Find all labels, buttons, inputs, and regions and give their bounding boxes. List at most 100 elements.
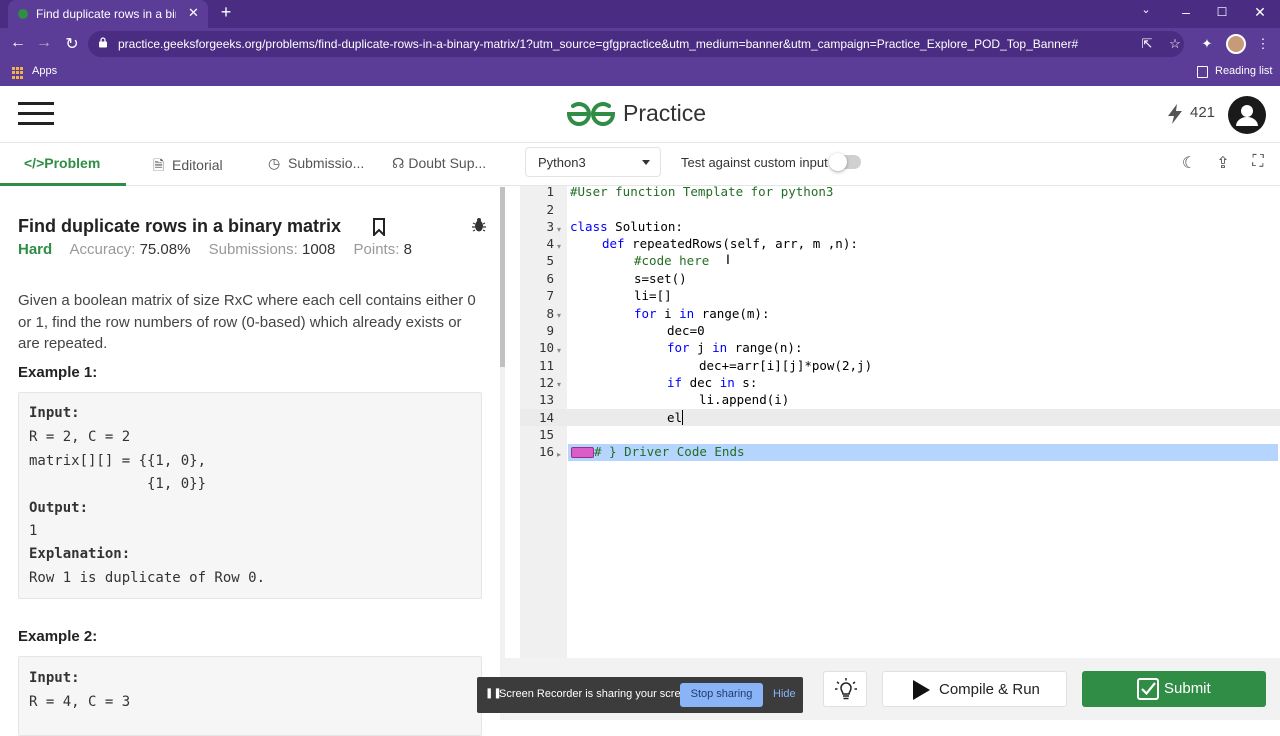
- check-square-icon: [1137, 678, 1159, 700]
- apps-grid-icon: [12, 67, 24, 79]
- example-1-heading: Example 1:: [18, 364, 98, 381]
- gfg-favicon-icon: [18, 9, 28, 19]
- back-arrow-icon[interactable]: ←: [8, 34, 28, 52]
- url-field[interactable]: practice.geeksforgeeks.org/problems/find…: [88, 31, 1184, 57]
- line-number: 16: [538, 444, 554, 459]
- stop-sharing-button[interactable]: Stop sharing: [680, 683, 763, 707]
- extensions-puzzle-icon[interactable]: ✦: [1198, 36, 1216, 52]
- line-number: 12: [538, 375, 554, 390]
- practice-logo-text: Practice: [623, 100, 707, 126]
- fold-arrow-icon[interactable]: ▾: [557, 225, 561, 234]
- line-number: 3: [546, 219, 554, 234]
- example-2-box: Input: R = 4, C = 3: [18, 656, 482, 736]
- custom-input-toggle[interactable]: [829, 153, 861, 171]
- chrome-menu-icon[interactable]: ⋮: [1254, 36, 1272, 52]
- problem-scrollbar-thumb[interactable]: [500, 187, 505, 367]
- code-line-4: def repeatedRows(self, arr, m ,n):: [602, 236, 858, 251]
- points-value: 8: [403, 241, 412, 258]
- compile-run-button[interactable]: Compile & Run: [882, 671, 1067, 707]
- code-text: repeatedRows(self, arr, m ,n):: [624, 236, 858, 251]
- document-icon: 🗎: [153, 157, 165, 173]
- code-keyword: for: [634, 306, 657, 321]
- lightbulb-icon: [835, 678, 857, 700]
- fold-arrow-icon[interactable]: ▾: [557, 346, 561, 355]
- close-window-button[interactable]: ✕: [1250, 4, 1270, 21]
- folded-code-marker[interactable]: [571, 447, 594, 458]
- code-text: dec: [682, 375, 720, 390]
- tab-problem-label: Problem: [44, 155, 101, 171]
- upload-icon[interactable]: ⇪: [1214, 153, 1232, 172]
- dark-mode-moon-icon[interactable]: ☾: [1180, 153, 1198, 172]
- code-keyword: in: [712, 340, 728, 355]
- code-line-11: dec+=arr[i][j]*pow(2,j): [699, 358, 873, 373]
- chrome-profile-avatar[interactable]: [1226, 34, 1246, 54]
- language-value: Python3: [538, 155, 586, 170]
- custom-input-label: Test against custom input: [681, 155, 828, 170]
- hint-button[interactable]: [823, 671, 867, 707]
- new-tab-button[interactable]: +: [216, 2, 236, 23]
- tab-submissions[interactable]: ◷ Submissio...: [268, 155, 364, 172]
- play-icon: [913, 680, 930, 700]
- recorder-message: Screen Recorder is sharing your screen.: [499, 688, 696, 700]
- points-label: Points:: [353, 241, 400, 258]
- report-bug-icon[interactable]: [472, 217, 486, 233]
- example-1-line-3: {1, 0}}: [29, 476, 207, 492]
- example-1-line-1: R = 2, C = 2: [29, 429, 131, 445]
- tab-doubt-support[interactable]: ☊ Doubt Sup...: [392, 155, 486, 172]
- example-1-explanation-label: Explanation:: [29, 546, 131, 562]
- code-line-12: if dec in s:: [667, 375, 757, 390]
- reading-list-button[interactable]: Reading list: [1215, 65, 1272, 77]
- mouse-ibeam-cursor-icon: I: [726, 251, 730, 267]
- code-keyword: in: [719, 375, 735, 390]
- line-number: 1: [546, 184, 554, 199]
- tab-problem[interactable]: </>Problem: [24, 155, 100, 171]
- reload-icon[interactable]: ↻: [62, 34, 82, 54]
- code-text: s:: [734, 375, 758, 390]
- code-line-13: li.append(i): [699, 392, 790, 407]
- tab-search-chevron-icon[interactable]: ⌄: [1136, 3, 1156, 16]
- fullscreen-icon[interactable]: ⛶: [1249, 153, 1267, 171]
- language-select[interactable]: Python3: [525, 147, 661, 177]
- text-cursor: ​: [682, 410, 684, 425]
- compile-run-label: Compile & Run: [939, 681, 1040, 698]
- submit-button[interactable]: Submit: [1082, 671, 1266, 707]
- chevron-down-icon: [642, 160, 650, 165]
- browser-tab[interactable]: Find duplicate rows in a binary m ✕: [8, 0, 208, 28]
- hamburger-menu-icon[interactable]: [18, 102, 54, 126]
- fold-arrow-icon[interactable]: ▸: [557, 450, 561, 459]
- fold-arrow-icon[interactable]: ▾: [557, 242, 561, 251]
- fold-arrow-icon[interactable]: ▾: [557, 311, 561, 320]
- problem-title: Find duplicate rows in a binary matrix: [18, 216, 342, 236]
- screen-recorder-banner: ❚❚ Screen Recorder is sharing your scree…: [477, 677, 803, 713]
- fold-arrow-icon[interactable]: ▾: [557, 380, 561, 389]
- code-keyword: for: [667, 340, 690, 355]
- close-tab-icon[interactable]: ✕: [188, 5, 199, 21]
- apps-bookmark[interactable]: Apps: [32, 65, 57, 77]
- tab-doubt-support-label: Doubt Sup...: [408, 155, 487, 171]
- maximize-button[interactable]: ☐: [1212, 5, 1232, 19]
- line-number: 7: [546, 288, 554, 303]
- user-avatar[interactable]: [1228, 96, 1266, 134]
- gfg-logo-icon[interactable]: [565, 100, 617, 128]
- line-number: 5: [546, 253, 554, 268]
- code-text: range(m):: [694, 306, 770, 321]
- accuracy-label: Accuracy:: [69, 241, 136, 258]
- code-line-10: for j in range(n):: [667, 340, 802, 355]
- problem-description: Given a boolean matrix of size RxC where…: [18, 292, 476, 352]
- code-line-3: class Solution:: [570, 219, 683, 234]
- line-number: 13: [538, 392, 554, 407]
- minimize-button[interactable]: –: [1176, 4, 1196, 20]
- line-number: 9: [546, 323, 554, 338]
- example-1-box: Input: R = 2, C = 2 matrix[][] = {{1, 0}…: [18, 392, 482, 599]
- user-silhouette-icon: [1236, 105, 1258, 126]
- tab-editorial[interactable]: 🗎 Editorial: [153, 155, 223, 179]
- forward-arrow-icon[interactable]: →: [34, 34, 54, 52]
- star-bookmark-icon[interactable]: ☆: [1166, 36, 1184, 52]
- headset-icon: ☊: [392, 155, 405, 171]
- bookmark-icon[interactable]: [372, 218, 386, 236]
- share-icon[interactable]: ⇱: [1138, 36, 1156, 52]
- code-line-1: #User function Template for python3: [570, 184, 834, 199]
- streak-count: 421: [1190, 104, 1216, 121]
- hide-recorder-button[interactable]: Hide: [773, 688, 796, 700]
- line-number: 4: [546, 236, 554, 251]
